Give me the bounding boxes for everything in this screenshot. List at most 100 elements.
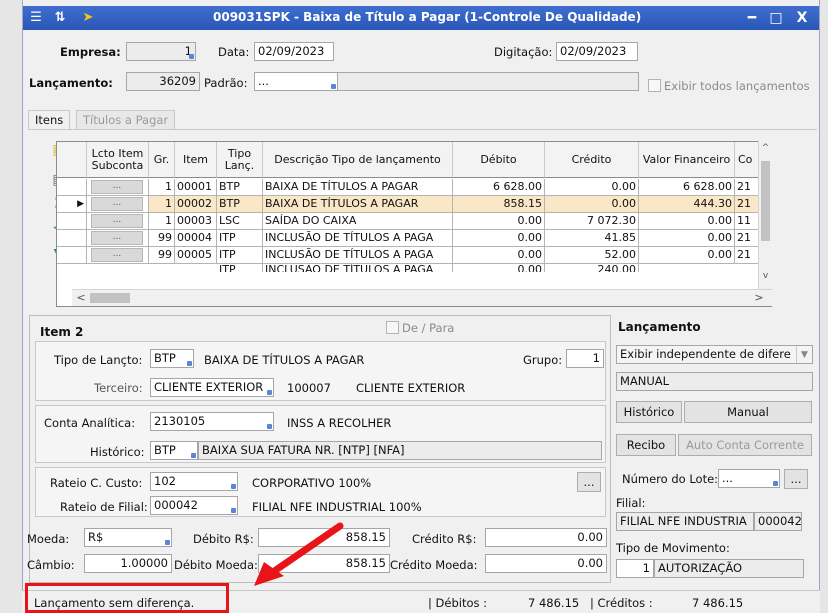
de-para-checkbox[interactable]	[386, 321, 399, 334]
table-row[interactable]: ... 1 00001 BTP BAIXA DE TÍTULOS A PAGAR…	[57, 179, 771, 196]
rateio-cc-browse-button[interactable]: ...	[577, 472, 601, 492]
terceiro-name: CLIENTE EXTERIOR	[356, 381, 466, 395]
rateio-cc-field[interactable]: 102	[150, 472, 238, 491]
scroll-down-icon[interactable]: v	[759, 269, 772, 283]
subconta-button[interactable]: ...	[91, 214, 143, 228]
tree-icon[interactable]: ⇅	[51, 9, 69, 27]
scroll-thumb[interactable]	[761, 161, 770, 241]
lancamento-label: Lançamento:	[29, 76, 113, 90]
tipo-cell: ITP	[217, 247, 263, 264]
data-field[interactable]: 02/09/2023	[254, 42, 334, 61]
row-indicator	[57, 230, 87, 247]
lcto-cell: ...	[87, 213, 149, 230]
padrao-desc-field	[337, 72, 639, 91]
auto-conta-corrente-button[interactable]: Auto Conta Corrente	[678, 434, 812, 456]
lancamento-grid: Lcto Item Subconta Gr. Item Tipo Lanç. D…	[56, 141, 772, 307]
tool-icon[interactable]: ➤	[79, 9, 97, 27]
grid-vertical-scrollbar[interactable]: ^ v	[758, 141, 772, 289]
table-row[interactable]: ... 99 00004 ITP INCLUSÃO DE TÍTULOS A P…	[57, 230, 771, 247]
tab-itens[interactable]: Itens	[28, 110, 71, 130]
subconta-button[interactable]: ...	[91, 231, 143, 245]
item-cell: 00004	[175, 230, 217, 247]
digitacao-label: Digitação:	[494, 45, 553, 59]
tipo-movimento-code-field[interactable]: 1	[616, 559, 654, 578]
table-row[interactable]: ... 99 00005 ITP INCLUSÃO DE TÍTULOS A P…	[57, 247, 771, 264]
descricao-cell: SAÍDA DO CAIXA	[263, 213, 453, 230]
tipo-lancto-field[interactable]: BTP	[150, 349, 194, 368]
credito-rs-field[interactable]: 0.00	[485, 528, 607, 547]
co-cell: 21	[735, 247, 759, 264]
grid-header-credito: Crédito	[545, 142, 639, 178]
item-cell: 00002	[175, 196, 217, 213]
recibo-button[interactable]: Recibo	[616, 434, 676, 456]
descricao-cell: INCLUSÃO DE TÍTULOS A PAGA	[263, 264, 453, 272]
scroll-up-icon[interactable]: ^	[759, 141, 772, 155]
data-label: Data:	[218, 45, 250, 59]
title-bar: ☰ ⇅ ➤ 009031SPK - Baixa de Título a Paga…	[23, 6, 819, 30]
tipo-cell: ITP	[217, 264, 263, 272]
valor-financeiro-cell: 0.00	[639, 247, 735, 264]
grid-header-item: Item	[175, 142, 217, 178]
historico-button[interactable]: Histórico	[616, 401, 682, 423]
lancamento-field[interactable]: 36209	[126, 72, 200, 91]
scroll-left-icon[interactable]: <	[74, 290, 88, 306]
manual-button[interactable]: Manual	[684, 401, 812, 423]
cambio-label: Câmbio:	[27, 558, 75, 572]
grid-header-indicator	[57, 142, 87, 178]
grid-header-gr: Gr.	[149, 142, 175, 178]
chevron-down-icon[interactable]: ▼	[796, 346, 812, 363]
app-menu-icon[interactable]: ☰	[27, 9, 45, 27]
tab-titulos-a-pagar[interactable]: Títulos a Pagar	[76, 110, 176, 130]
numero-lote-browse-button[interactable]: ...	[784, 469, 808, 489]
moeda-field[interactable]: R$	[84, 528, 172, 547]
minimize-button[interactable]: ━	[741, 9, 763, 27]
grid-header-valor-financeiro: Valor Financeiro	[639, 142, 735, 178]
scroll-right-icon[interactable]: >	[752, 290, 766, 306]
numero-lote-field[interactable]: ...	[718, 469, 780, 488]
subconta-button[interactable]: ...	[91, 197, 143, 211]
subconta-button[interactable]: ...	[91, 180, 143, 194]
grupo-field[interactable]: 1	[566, 349, 604, 368]
grid-header-lcto: Lcto Item Subconta	[87, 142, 149, 178]
gr-cell: 99	[149, 230, 175, 247]
debito-cell: 0.00	[453, 213, 545, 230]
close-button[interactable]: X	[791, 9, 813, 27]
co-cell: 21	[735, 179, 759, 196]
empresa-field[interactable]: 1	[126, 42, 196, 61]
lcto-cell: ...	[87, 196, 149, 213]
exibir-independente-select[interactable]: Exibir independente de difere ▼	[616, 345, 813, 364]
conta-analitica-label: Conta Analítica:	[44, 416, 136, 430]
hscroll-thumb[interactable]	[90, 293, 130, 303]
historico-code-field[interactable]: BTP	[150, 441, 198, 460]
credito-moeda-field[interactable]: 0.00	[485, 554, 607, 573]
digitacao-field[interactable]: 02/09/2023	[556, 42, 638, 61]
padrao-code-field[interactable]: ...	[254, 72, 338, 91]
window-title: 009031SPK - Baixa de Título a Pagar (1-C…	[213, 10, 642, 24]
historico-desc-field[interactable]: BAIXA SUA FATURA NR. [NTP] [NFA]	[198, 441, 602, 460]
table-row[interactable]: ... 1 00003 LSC SAÍDA DO CAIXA 0.00 7 07…	[57, 213, 771, 230]
conta-analitica-field[interactable]: 2130105	[150, 412, 274, 431]
debito-cell: 858.15	[453, 196, 545, 213]
exibir-todos-checkbox[interactable]	[648, 79, 661, 92]
numero-lote-label: Número do Lote:	[622, 472, 719, 486]
maximize-button[interactable]: □	[765, 9, 787, 27]
subconta-button[interactable]: ...	[91, 248, 143, 262]
debitos-value: 7 486.15	[528, 596, 580, 610]
table-row-partial[interactable]: ITP INCLUSÃO DE TÍTULOS A PAGA 0.00 240.…	[57, 264, 771, 272]
debitos-label: | Débitos :	[428, 596, 488, 610]
co-cell: 21	[735, 230, 759, 247]
grid-header-debito: Débito	[453, 142, 545, 178]
tipo-cell: LSC	[217, 213, 263, 230]
rateio-filial-field[interactable]: 000042	[150, 496, 238, 515]
credito-moeda-label: Crédito Moeda:	[390, 558, 478, 572]
grid-horizontal-scrollbar[interactable]: < >	[72, 289, 772, 306]
descricao-cell: BAIXA DE TÍTULOS A PAGAR	[263, 196, 453, 213]
item-cell: 00003	[175, 213, 217, 230]
tipo-movimento-desc-field: AUTORIZAÇÃO	[654, 559, 804, 578]
terceiro-field[interactable]: CLIENTE EXTERIOR	[150, 378, 274, 397]
table-row-selected[interactable]: ▶ ... 1 00002 BTP BAIXA DE TÍTULOS A PAG…	[57, 196, 771, 213]
grupo-label: Grupo:	[523, 353, 563, 367]
lcto-cell: ...	[87, 247, 149, 264]
cambio-field[interactable]: 1.00000	[84, 554, 172, 573]
empresa-label: Empresa:	[60, 45, 121, 59]
